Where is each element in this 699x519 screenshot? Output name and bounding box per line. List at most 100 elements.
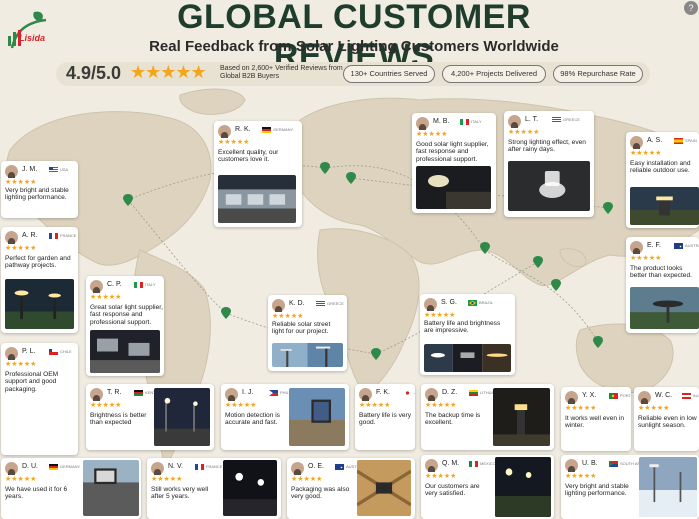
review-card-lt-greece[interactable]: L. T. GREECE ★★★★★ Strong lighting effect, … — [504, 111, 594, 217]
reviewer-name: I. J. — [242, 389, 254, 396]
de-flag-icon — [49, 464, 58, 470]
avatar — [90, 280, 103, 293]
reviewer-country: GERMANY — [273, 127, 294, 132]
review-stars: ★★★★★ — [151, 476, 183, 483]
review-text: Motion detection is accurate and fast. — [225, 412, 280, 427]
review-card-as-spain[interactable]: A. S. SPAIN ★★★★★ Easy installation and rel… — [626, 132, 699, 228]
avatar — [151, 462, 164, 475]
review-card-kd-greece[interactable]: K. D. GREECE ★★★★★ Reliable solar street li… — [268, 295, 347, 371]
review-stars: ★★★★★ — [5, 179, 37, 186]
review-photo — [272, 343, 343, 367]
help-icon[interactable]: ? — [684, 1, 698, 15]
pt-flag-icon — [609, 393, 618, 399]
review-text: Very bright and stable lighting performa… — [565, 483, 629, 498]
review-card-du-germany[interactable]: D. U. GERMANY ★★★★★ We have used it for 6 y… — [1, 458, 141, 519]
it-flag-icon — [460, 119, 469, 125]
reviewer-name: W. C. — [655, 392, 673, 399]
avatar — [565, 459, 578, 472]
review-card-oe-australia[interactable]: O. E.AUSTRALIA★★★★★Packaging was also ve… — [287, 458, 415, 519]
review-text: Reliable even in low sunlight season. — [638, 415, 697, 430]
review-text: Excellent quality, our customers love it… — [218, 149, 279, 164]
us-flag-icon — [49, 167, 58, 173]
review-text: Professional OEM support and good packag… — [5, 371, 59, 393]
za-flag-icon — [609, 461, 618, 467]
review-card-dz-lithuania[interactable]: D. Z. LITHUANIA ★★★★★ The backup time is ex… — [421, 384, 554, 450]
reviewer-country: GREECE — [327, 301, 344, 306]
reviewer-country: SPAIN — [685, 138, 697, 143]
avatar — [425, 459, 438, 472]
reviewer-name: L. T. — [525, 116, 539, 123]
review-card-fk-japan[interactable]: F. K. JAPAN ★★★★★ Battery life is very good… — [355, 384, 415, 450]
review-photo — [416, 166, 491, 209]
avatar — [416, 117, 429, 130]
review-card-mb-italy[interactable]: M. B. ITALY ★★★★★ Good solar light supplier… — [412, 113, 496, 213]
gr-flag-icon — [552, 117, 561, 123]
review-photo — [508, 161, 590, 211]
review-text: Perfect for garden and pathway projects. — [5, 255, 71, 270]
avatar — [424, 298, 437, 311]
jp-flag-icon — [403, 390, 412, 396]
review-text: Packaging was also very good. — [291, 486, 350, 501]
reviewer-name: A. R. — [22, 232, 38, 239]
rating-stars: ★★★★★ — [130, 62, 207, 82]
reviewer-name: T. R. — [107, 389, 122, 396]
avatar — [630, 241, 643, 254]
review-stars: ★★★★★ — [565, 473, 597, 480]
at-flag-icon — [682, 393, 691, 399]
reviewer-country: AUSTRALIA — [685, 243, 699, 248]
reviewer-name: O. E. — [308, 463, 324, 470]
review-photo — [5, 279, 74, 329]
review-stars: ★★★★★ — [90, 294, 122, 301]
review-card-yx-portugal[interactable]: Y. X. PORTUGAL ★★★★★ It works well even in … — [561, 387, 631, 451]
au-flag-icon — [674, 243, 683, 249]
fr-flag-icon — [49, 233, 58, 239]
review-card-pl-chile[interactable]: P. L. CHILE ★★★★★ Professional OEM support … — [1, 343, 78, 455]
review-stars: ★★★★★ — [416, 131, 448, 138]
review-card-qm-mexico[interactable]: Q. M. MEXICO ★★★★★ Our customers are very s… — [421, 455, 554, 519]
avatar — [5, 347, 18, 360]
review-card-cp-italy[interactable]: C. P. ITALY ★★★★★ Great solar light supplie… — [86, 276, 164, 376]
review-text: Great solar light supplier, fast respons… — [90, 304, 163, 326]
cl-flag-icon — [49, 349, 58, 355]
avatar — [272, 299, 285, 312]
reviewer-name: E. F. — [647, 242, 662, 249]
avatar — [359, 388, 372, 401]
review-stars: ★★★★★ — [424, 312, 456, 319]
reviewer-country: ITALY — [145, 282, 156, 287]
gr-flag-icon — [316, 301, 325, 307]
reviewer-country: AUSTRIA — [693, 393, 699, 398]
review-stars: ★★★★★ — [5, 361, 37, 368]
review-text: Our customers are very satisfied. — [425, 483, 480, 498]
review-stars: ★★★★★ — [291, 476, 323, 483]
review-stars: ★★★★★ — [425, 402, 457, 409]
review-card-rk-germany[interactable]: R. K. GERMANY ★★★★★ Excellent quality, our … — [214, 121, 302, 227]
au-flag-icon — [335, 464, 344, 470]
review-card-jm-usa[interactable]: J. M. USA ★★★★★ Very bright and stable ligh… — [1, 161, 78, 218]
review-stars: ★★★★★ — [272, 313, 304, 320]
review-card-sg-brazil[interactable]: S. G. BRAZIL ★★★★★ Battery life and brightn… — [420, 294, 515, 375]
review-card-ef-australia[interactable]: E. F. AUSTRALIA ★★★★★ The product looks bet… — [626, 237, 699, 333]
review-text: Very bright and stable lighting performa… — [5, 187, 69, 202]
review-stars: ★★★★★ — [5, 476, 37, 483]
lt-flag-icon — [469, 390, 478, 396]
review-card-ub-south-africa[interactable]: U. B. SOUTH AFRICA ★★★★★ Very bright and st… — [561, 455, 699, 519]
review-text: Good solar light supplier, fast response… — [416, 141, 489, 163]
logo-text: Lisida — [19, 33, 46, 43]
review-card-wc-austria[interactable]: W. C. AUSTRIA ★★★★★ Reliable even in low su… — [634, 387, 699, 451]
review-text: Easy installation and reliable outdoor u… — [630, 160, 691, 175]
review-text: It works well even in winter. — [565, 415, 624, 430]
stat-repurchase: 98% Repurchase Rate — [553, 65, 643, 83]
avatar — [508, 115, 521, 128]
review-card-ij-philippines[interactable]: I. J.PHILIPPINES★★★★★Motion detection is… — [221, 384, 349, 450]
br-flag-icon — [468, 300, 477, 306]
reviewer-name: U. B. — [582, 460, 598, 467]
review-card-tr-kenya[interactable]: T. R. KENYA ★★★★★ Brightness is better than… — [86, 384, 214, 450]
reviewer-country: CHILE — [60, 349, 72, 354]
review-photo — [218, 175, 296, 223]
review-card-ar-france[interactable]: A. R. FRANCE ★★★★★ Perfect for garden and p… — [1, 227, 78, 333]
reviewer-name: N. V. — [168, 463, 183, 470]
review-text: Battery life is very good. — [359, 412, 412, 427]
review-card-nv-france[interactable]: N. V. FRANCE ★★★★★ Still works very well af… — [147, 458, 281, 519]
avatar — [638, 391, 651, 404]
ke-flag-icon — [134, 390, 143, 396]
